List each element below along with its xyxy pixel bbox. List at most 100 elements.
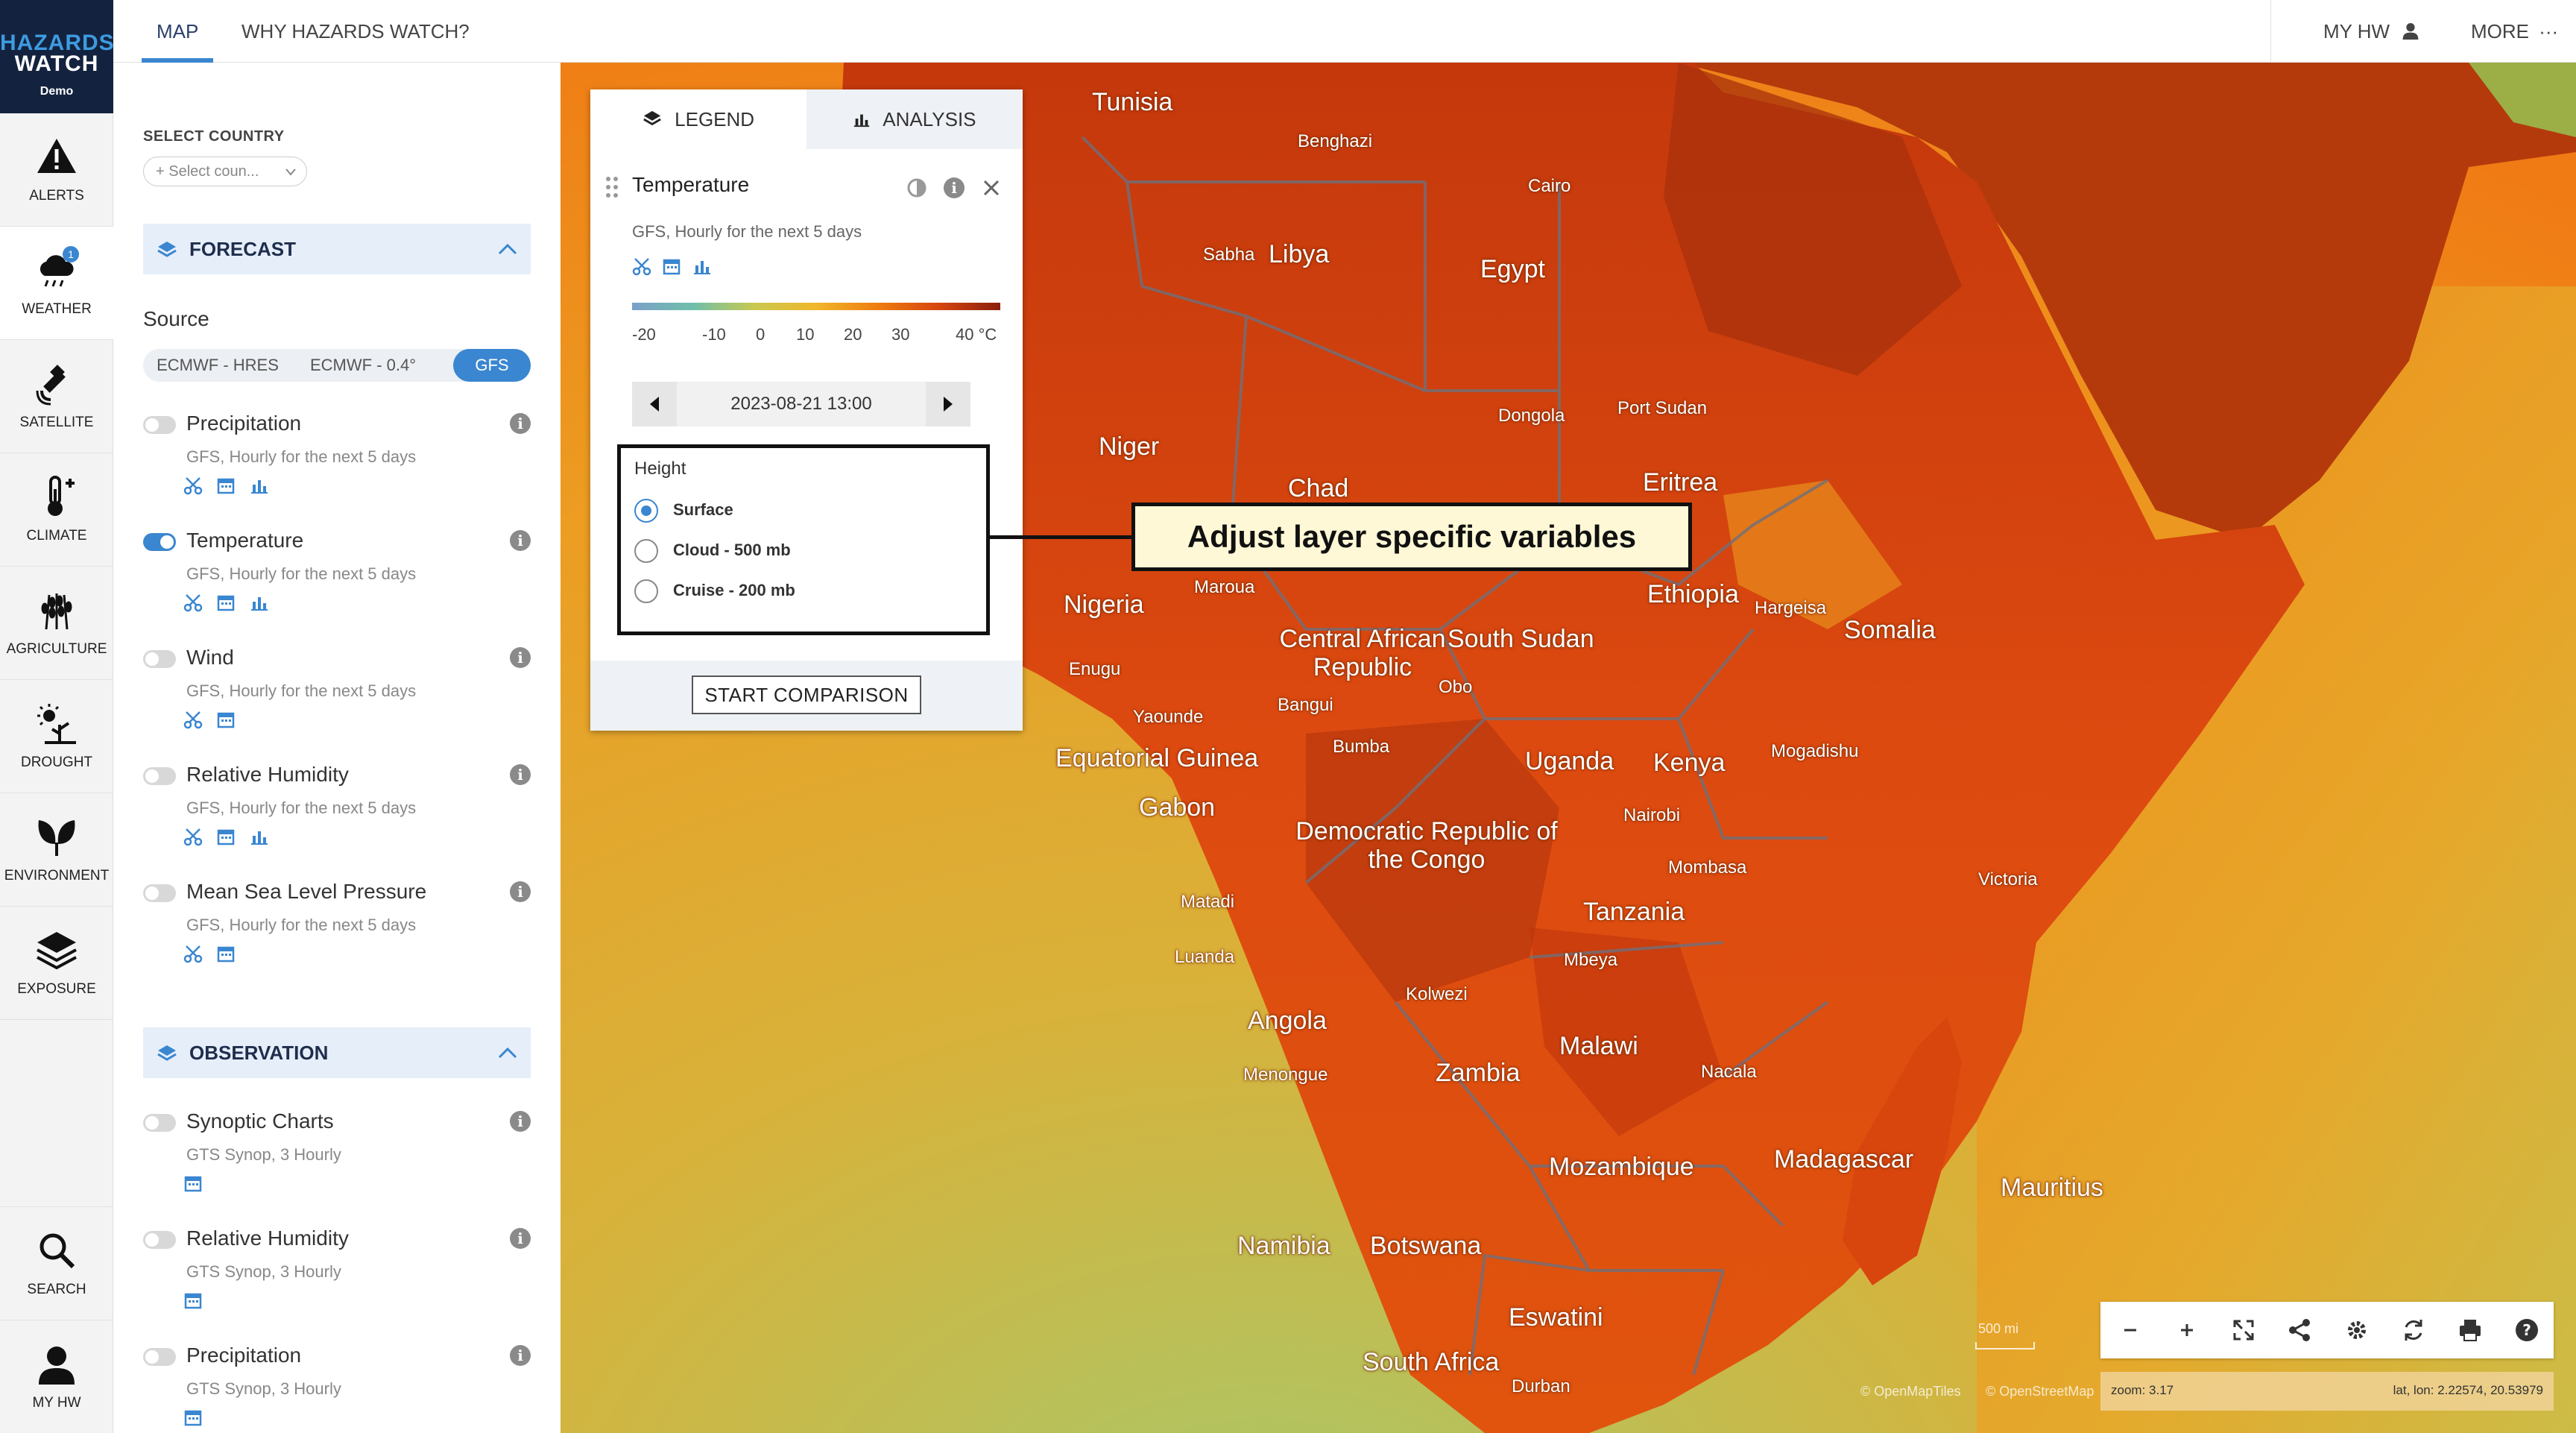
layer-item-mean-sea-level-pressure: Mean Sea Level Pressure i GFS, Hourly fo… (143, 877, 531, 989)
calendar-icon[interactable] (216, 827, 236, 846)
scissors-icon[interactable] (632, 256, 651, 276)
rail-label: SEARCH (27, 1282, 86, 1297)
attribution-openmaptiles[interactable]: © OpenMapTiles (1860, 1384, 1961, 1399)
radio-button[interactable] (634, 499, 658, 523)
select-country-dropdown[interactable]: + Select coun... (143, 157, 307, 186)
rail-item-agriculture[interactable]: AGRICULTURE (0, 567, 113, 680)
rail-item-environment[interactable]: ENVIRONMENT (0, 793, 113, 907)
bar-chart-icon[interactable] (250, 827, 269, 846)
more-label: MORE (2471, 20, 2529, 42)
zoom-in-icon[interactable] (2172, 1315, 2202, 1345)
calendar-icon[interactable] (216, 476, 236, 495)
colorbar-tick: -10 (702, 325, 726, 344)
scissors-icon[interactable] (183, 710, 203, 729)
start-comparison-button[interactable]: START COMPARISON (692, 675, 921, 714)
source-option-ecmwf-04[interactable]: ECMWF - 0.4° (292, 349, 434, 382)
legend-footer: START COMPARISON (590, 661, 1023, 731)
fullscreen-icon[interactable] (2229, 1315, 2258, 1345)
layer-toggle[interactable] (143, 416, 176, 434)
rail-item-climate[interactable]: CLIMATE (0, 453, 113, 567)
caret-right-icon (944, 397, 953, 412)
annotation-callout: Adjust layer specific variables (1131, 503, 1692, 571)
scissors-icon[interactable] (183, 593, 203, 612)
next-time-button[interactable] (926, 382, 970, 426)
calendar-icon[interactable] (216, 593, 236, 612)
layer-tools (183, 710, 246, 732)
info-icon[interactable]: i (510, 647, 531, 668)
rail-label: SATELLITE (19, 415, 94, 430)
rail-item-exposure[interactable]: EXPOSURE (0, 907, 113, 1020)
scissors-icon[interactable] (183, 944, 203, 963)
info-icon[interactable]: i (510, 881, 531, 902)
tab-map[interactable]: MAP (141, 0, 214, 63)
calendar-icon[interactable] (216, 710, 236, 729)
info-icon[interactable]: i (510, 1345, 531, 1366)
rail-item-alerts[interactable]: ALERTS (0, 113, 113, 227)
my-hw-button[interactable]: MY HW (2323, 0, 2420, 63)
scissors-icon[interactable] (183, 476, 203, 495)
info-icon[interactable]: i (510, 764, 531, 785)
rail-label: AGRICULTURE (6, 641, 107, 657)
layer-toggle[interactable] (143, 1231, 176, 1249)
map-label: Luanda (1175, 947, 1235, 967)
calendar-icon[interactable] (183, 1291, 203, 1310)
calendar-icon[interactable] (183, 1174, 203, 1193)
source-option-gfs[interactable]: GFS (453, 349, 531, 382)
rail-item-drought[interactable]: DROUGHT (0, 680, 113, 793)
drag-handle-icon[interactable] (605, 176, 619, 198)
tab-why-hazards-watch[interactable]: WHY HAZARDS WATCH? (242, 0, 470, 63)
rail-item-search[interactable]: SEARCH (0, 1206, 113, 1320)
rail-item-weather[interactable]: 1 WEATHER (0, 227, 113, 340)
help-icon[interactable]: ? (2512, 1315, 2542, 1345)
close-icon[interactable] (982, 179, 1000, 197)
layer-toggle[interactable] (143, 650, 176, 668)
attribution-openstreetmap[interactable]: © OpenStreetMap contributors (1986, 1384, 2097, 1399)
layer-toggle[interactable] (143, 533, 176, 551)
forecast-section-header[interactable]: FORECAST (143, 224, 531, 274)
rail-item-satellite[interactable]: SATELLITE (0, 340, 113, 453)
map-label: Kenya (1653, 749, 1726, 777)
layer-toggle[interactable] (143, 1114, 176, 1132)
zoom-out-icon[interactable] (2115, 1315, 2145, 1345)
layer-toggle[interactable] (143, 884, 176, 902)
share-icon[interactable] (2285, 1315, 2315, 1345)
info-icon[interactable]: i (510, 530, 531, 551)
layers-icon (643, 110, 661, 126)
map-label: Mbeya (1564, 950, 1618, 970)
layer-toggle[interactable] (143, 1348, 176, 1366)
layer-toggle[interactable] (143, 767, 176, 785)
settings-icon[interactable] (2342, 1315, 2372, 1345)
scissors-icon[interactable] (183, 827, 203, 846)
info-icon[interactable]: i (510, 1228, 531, 1249)
zoom-readout: zoom: 3.17 (2111, 1383, 2174, 1397)
map-label: Tunisia (1092, 88, 1173, 116)
bar-chart-icon[interactable] (250, 593, 269, 612)
chevron-down-icon (285, 169, 296, 176)
map-label: Niger (1099, 432, 1160, 461)
opacity-icon[interactable] (906, 177, 927, 198)
map-label: Eswatini (1509, 1303, 1603, 1332)
more-button[interactable]: MORE ··· (2471, 0, 2558, 63)
tab-analysis[interactable]: ANALYSIS (806, 89, 1023, 149)
prev-time-button[interactable] (632, 382, 677, 426)
bar-chart-icon[interactable] (250, 476, 269, 495)
calendar-icon[interactable] (662, 256, 681, 276)
hazards-watch-logo[interactable]: HAZARDS WATCH Demo (0, 0, 114, 113)
map-label: Bangui (1278, 695, 1333, 715)
radio-button[interactable] (634, 579, 658, 603)
rail-item-my-hw[interactable]: MY HW (0, 1320, 113, 1433)
info-icon[interactable]: i (510, 1111, 531, 1132)
calendar-icon[interactable] (183, 1408, 203, 1427)
map-label: Benghazi (1298, 131, 1373, 151)
observation-section-header[interactable]: OBSERVATION (143, 1027, 531, 1078)
bar-chart-icon[interactable] (692, 256, 712, 276)
radio-button[interactable] (634, 539, 658, 563)
source-option-ecmwf-hres[interactable]: ECMWF - HRES (143, 349, 292, 382)
tab-legend[interactable]: LEGEND (590, 89, 806, 149)
calendar-icon[interactable] (216, 944, 236, 963)
info-icon[interactable]: i (510, 413, 531, 434)
print-icon[interactable] (2455, 1315, 2485, 1345)
refresh-icon[interactable] (2399, 1315, 2428, 1345)
info-icon[interactable]: i (944, 177, 965, 198)
datetime-value[interactable]: 2023-08-21 13:00 (677, 382, 926, 426)
